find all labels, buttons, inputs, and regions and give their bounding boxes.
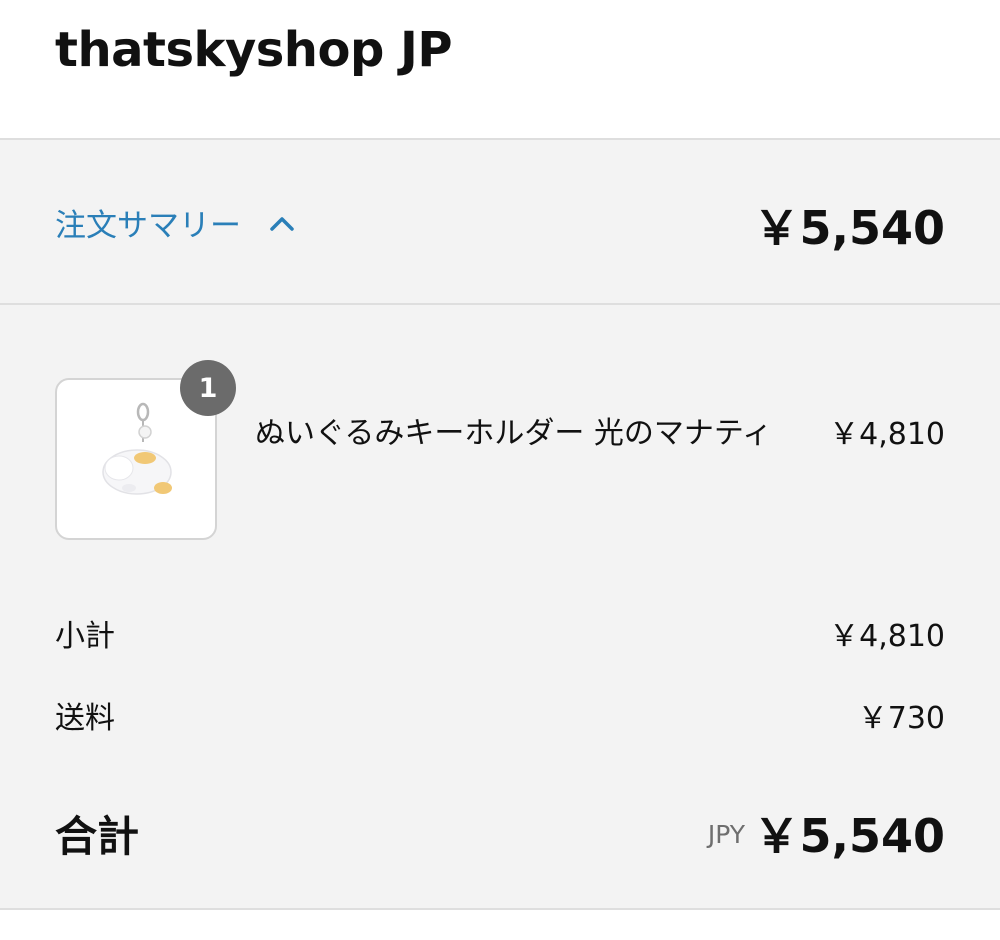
- order-details-panel: 1 ぬいぐるみキーホルダー 光のマナティ ￥4,810 小計 ￥4,810 送料…: [0, 305, 1000, 910]
- shipping-label: 送料: [55, 701, 115, 736]
- order-summary-label[interactable]: 注文サマリー: [55, 200, 241, 245]
- page-footer-space: [0, 910, 1000, 940]
- total-label: 合計: [55, 812, 140, 861]
- shop-header: thatskyshop JP: [0, 0, 1000, 140]
- shop-title[interactable]: thatskyshop JP: [55, 22, 453, 78]
- product-name: ぬいぐるみキーホルダー 光のマナティ: [255, 416, 773, 451]
- order-summary-toggle[interactable]: 注文サマリー: [55, 200, 297, 245]
- shipping-value: ￥730: [857, 701, 945, 736]
- subtotal-label: 小計: [55, 619, 115, 654]
- order-summary-total: ￥5,540: [753, 201, 945, 255]
- order-summary-bar[interactable]: 注文サマリー ￥5,540: [0, 140, 1000, 305]
- subtotal-value: ￥4,810: [829, 619, 945, 654]
- quantity-badge: 1: [180, 360, 236, 416]
- total-currency: JPY: [707, 820, 745, 849]
- chevron-up-icon[interactable]: [267, 208, 297, 238]
- product-price: ￥4,810: [829, 417, 945, 452]
- total-value: ￥5,540: [753, 809, 945, 863]
